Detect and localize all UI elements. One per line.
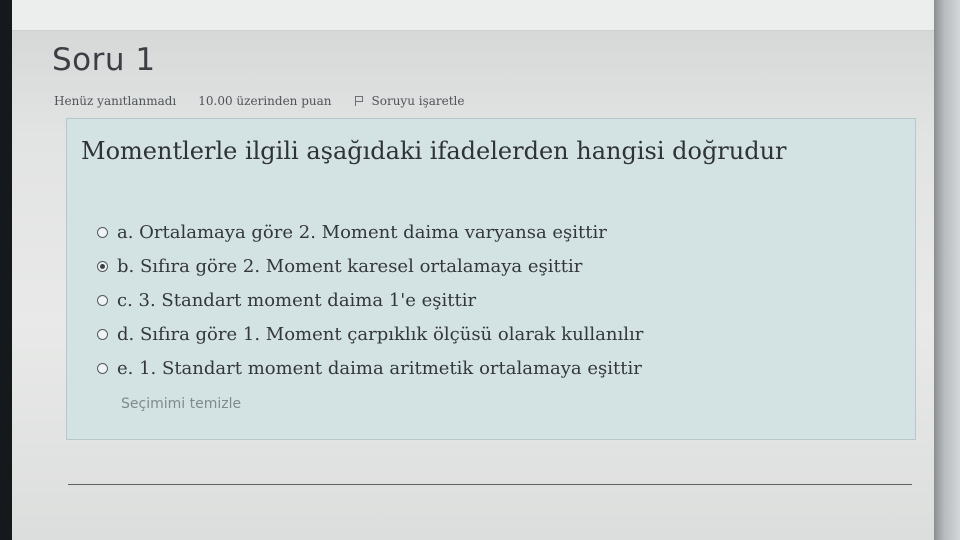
question-box: Momentlerle ilgili aşağıdaki ifadelerden… (66, 118, 916, 440)
option-label: d. Sıfıra göre 1. Moment çarpıklık ölçüs… (117, 323, 644, 345)
answer-options: a. Ortalamaya göre 2. Moment daima varya… (97, 215, 643, 385)
answer-option-d[interactable]: d. Sıfıra göre 1. Moment çarpıklık ölçüs… (97, 317, 643, 351)
radio-button-c[interactable] (97, 294, 108, 306)
answer-status: Henüz yanıtlanmadı (54, 94, 177, 108)
monitor-bezel-right (934, 0, 960, 540)
top-strip (12, 0, 934, 31)
answer-option-a[interactable]: a. Ortalamaya göre 2. Moment daima varya… (97, 215, 643, 249)
question-info: Henüz yanıtlanmadı 10.00 üzerinden puan … (54, 94, 465, 108)
question-title: Soru 1 (52, 42, 156, 78)
answer-option-e[interactable]: e. 1. Standart moment daima aritmetik or… (97, 351, 643, 385)
radio-button-e[interactable] (97, 362, 108, 374)
quiz-screen: Soru 1 Henüz yanıtlanmadı 10.00 üzerinde… (12, 0, 934, 540)
monitor-bezel-left (0, 0, 12, 540)
flag-icon (354, 96, 364, 106)
answer-option-b[interactable]: b. Sıfıra göre 2. Moment karesel ortalam… (97, 249, 643, 283)
radio-button-b[interactable] (97, 260, 108, 272)
question-text: Momentlerle ilgili aşağıdaki ifadelerden… (81, 137, 787, 165)
divider-line (68, 484, 912, 485)
option-label: a. Ortalamaya göre 2. Moment daima varya… (117, 221, 607, 243)
option-label: b. Sıfıra göre 2. Moment karesel ortalam… (117, 255, 583, 277)
radio-button-d[interactable] (97, 328, 108, 340)
flag-question-link[interactable]: Soruyu işaretle (354, 94, 465, 108)
option-label: e. 1. Standart moment daima aritmetik or… (117, 357, 642, 379)
flag-question-label: Soruyu işaretle (371, 94, 465, 108)
radio-button-a[interactable] (97, 226, 108, 238)
question-points: 10.00 üzerinden puan (198, 94, 332, 108)
option-label: c. 3. Standart moment daima 1'e eşittir (117, 289, 477, 311)
answer-option-c[interactable]: c. 3. Standart moment daima 1'e eşittir (97, 283, 643, 317)
clear-selection-link[interactable]: Seçimimi temizle (121, 396, 241, 412)
